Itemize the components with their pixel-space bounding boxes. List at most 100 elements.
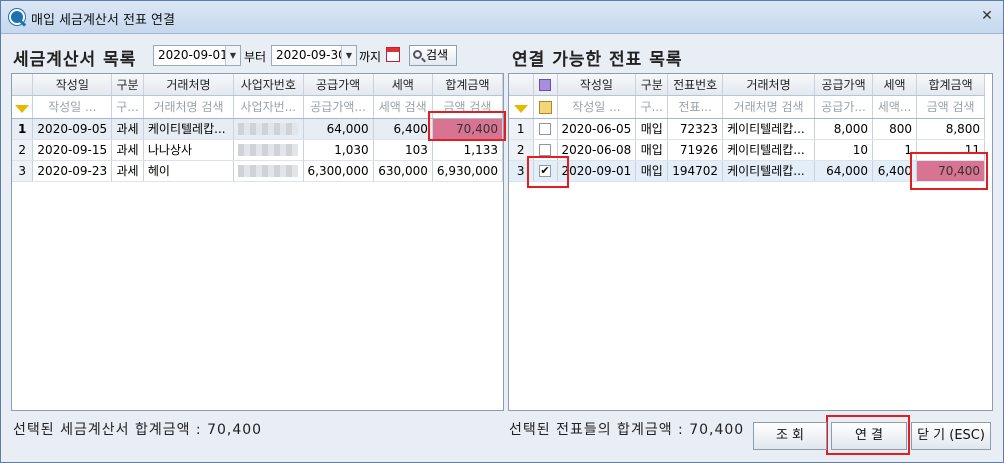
type-cell: 매입: [635, 139, 669, 161]
from-label: 부터: [244, 50, 267, 64]
column-header[interactable]: 합계금액: [916, 74, 986, 96]
slip-grid: 작성일 구분 전표번호 거래처명 공급가액 세액 합계금액 작성일 ... 구.…: [508, 73, 993, 411]
tax-cell: 630,000: [373, 160, 433, 182]
date-to-input[interactable]: 2020-09-30 ▼: [271, 45, 357, 66]
dialog-window: 매입 세금계산서 전표 연결 ✕ 세금계산서 목록 2020-09-01 ▼ 부…: [0, 0, 1004, 463]
row-checkbox[interactable]: [539, 144, 551, 156]
supply-cell: 64,000: [814, 160, 874, 182]
close-button[interactable]: 닫 기 (ESC): [911, 422, 991, 450]
filter-input[interactable]: 작성일 ...: [557, 95, 637, 119]
date-cell: 2020-06-05: [557, 118, 637, 140]
chevron-down-icon[interactable]: ▼: [341, 46, 356, 65]
row-checkbox[interactable]: [539, 123, 551, 135]
column-header[interactable]: 작성일: [557, 74, 637, 96]
filter-input[interactable]: 구...: [111, 95, 144, 119]
filter-input[interactable]: 금액 검색: [916, 95, 986, 119]
selected-invoice-total: 선택된 세금계산서 합계금액 : 70,400: [13, 422, 263, 438]
header-corner: [12, 74, 34, 96]
slip-number-cell: 72323: [667, 118, 724, 140]
grid-header-row: 작성일 구분 거래처명 사업자번호 공급가액 세액 합계금액: [12, 74, 503, 96]
row-checkbox-cell[interactable]: [533, 118, 558, 140]
column-header[interactable]: 구분: [111, 74, 144, 96]
slip-number-cell: 71926: [667, 139, 724, 161]
filter-input[interactable]: 거래처명 검색: [722, 95, 816, 119]
type-cell: 과세: [111, 118, 144, 140]
slip-number-cell: 194702: [667, 160, 724, 182]
filter-input[interactable]: 사업자번...: [233, 95, 304, 119]
filter-input[interactable]: 구...: [635, 95, 669, 119]
filter-input[interactable]: 세액 검색: [373, 95, 433, 119]
column-header[interactable]: 구분: [635, 74, 669, 96]
column-header[interactable]: 세액: [872, 74, 918, 96]
filter-input[interactable]: 작성일 ...: [32, 95, 113, 119]
search-button-label: 검색: [426, 48, 449, 62]
column-header[interactable]: 합계금액: [432, 74, 503, 96]
filter-row: 작성일 ... 구... 전표... 거래처명 검색 공급가... 세액... …: [509, 95, 986, 119]
filter-input[interactable]: 공급가액...: [303, 95, 374, 119]
column-header[interactable]: 거래처명: [722, 74, 816, 96]
vendor-cell: 나나상사: [143, 139, 235, 161]
edit-filter-cell[interactable]: [533, 95, 558, 119]
column-header[interactable]: 사업자번호: [233, 74, 304, 96]
supply-cell: 1,030: [303, 139, 374, 161]
type-cell: 과세: [111, 160, 144, 182]
tax-invoice-list-title: 세금계산서 목록: [13, 50, 137, 70]
type-cell: 과세: [111, 139, 144, 161]
select-all-header[interactable]: [533, 74, 558, 96]
filter-input[interactable]: 거래처명 검색: [143, 95, 235, 119]
calendar-icon[interactable]: [386, 47, 400, 62]
total-cell: 1,133: [432, 139, 503, 161]
filter-cell[interactable]: [509, 95, 534, 119]
redacted-value: [238, 123, 299, 135]
window-title: 매입 세금계산서 전표 연결: [31, 13, 175, 28]
query-button[interactable]: 조 회: [753, 422, 827, 450]
row-number: 1: [12, 118, 34, 140]
column-header[interactable]: 세액: [373, 74, 433, 96]
to-label: 까지: [359, 50, 382, 64]
table-row[interactable]: 2 2020-09-15 과세 나나상사 1,030 103 1,133: [12, 139, 503, 161]
filter-input[interactable]: 전표...: [667, 95, 724, 119]
annotation-box-left-total: [428, 111, 506, 141]
supply-cell: 64,000: [303, 118, 374, 140]
row-number: 3: [12, 160, 34, 182]
filter-icon: [15, 104, 30, 113]
table-row[interactable]: 1 2020-06-05 매입 72323 케이티텔레캅... 8,000 80…: [509, 118, 986, 140]
tax-cell: 103: [373, 139, 433, 161]
supply-cell: 8,000: [814, 118, 874, 140]
annotation-box-right-total: [910, 152, 988, 190]
chevron-down-icon[interactable]: ▼: [225, 46, 240, 65]
vendor-cell: 헤이: [143, 160, 235, 182]
column-header[interactable]: 거래처명: [143, 74, 235, 96]
header-corner: [509, 74, 534, 96]
date-cell: 2020-09-05: [32, 118, 113, 140]
title-bar: 매입 세금계산서 전표 연결 ✕: [1, 1, 1003, 34]
total-cell: 8,800: [916, 118, 986, 140]
tax-cell: 6,400: [373, 118, 433, 140]
column-header[interactable]: 공급가액: [303, 74, 374, 96]
table-row[interactable]: 3 2020-09-23 과세 헤이 6,300,000 630,000 6,9…: [12, 160, 503, 182]
column-header[interactable]: 공급가액: [814, 74, 874, 96]
type-cell: 매입: [635, 160, 669, 182]
filter-input[interactable]: 세액...: [872, 95, 918, 119]
row-number: 1: [509, 118, 534, 140]
close-icon[interactable]: ✕: [979, 9, 995, 25]
select-all-icon: [539, 78, 551, 91]
date-to-value: 2020-09-30: [276, 48, 346, 62]
column-header[interactable]: 작성일: [32, 74, 113, 96]
connect-button[interactable]: 연 결: [831, 422, 907, 450]
type-cell: 매입: [635, 118, 669, 140]
supply-cell: 6,300,000: [303, 160, 374, 182]
tax-cell: 800: [872, 118, 918, 140]
vendor-cell: 케이티텔레캅...: [722, 160, 816, 182]
annotation-box-checkbox: [527, 156, 569, 188]
date-cell: 2020-09-23: [32, 160, 113, 182]
date-from-input[interactable]: 2020-09-01 ▼: [153, 45, 241, 66]
business-number-cell: [233, 139, 304, 161]
search-button[interactable]: 검색: [409, 45, 457, 66]
available-slip-list-title: 연결 가능한 전표 목록: [512, 50, 683, 70]
column-header[interactable]: 전표번호: [667, 74, 724, 96]
filter-input[interactable]: 공급가...: [814, 95, 874, 119]
filter-cell[interactable]: [12, 95, 34, 119]
date-cell: 2020-09-15: [32, 139, 113, 161]
vendor-cell: 케이티텔레캅...: [722, 118, 816, 140]
